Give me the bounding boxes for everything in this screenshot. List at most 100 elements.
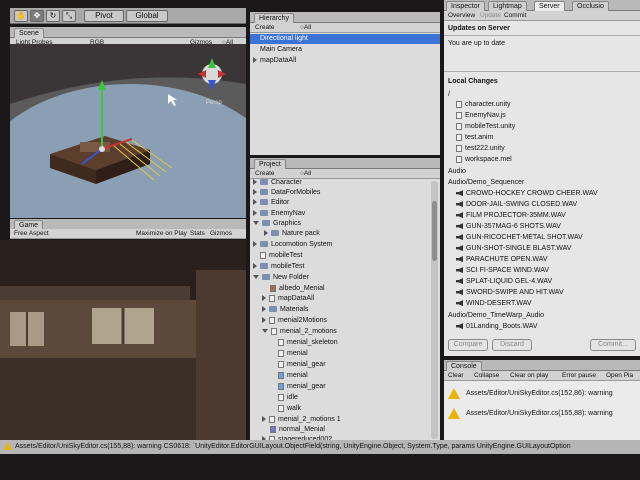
project-search-field[interactable]: ○All (300, 169, 311, 179)
tab-scene[interactable]: Scene (14, 28, 44, 38)
stats-toggle[interactable]: Stats (190, 229, 205, 239)
project-item[interactable]: albedo_Menial (270, 284, 325, 294)
change-file[interactable]: WIND-DESERT.WAV (456, 299, 532, 309)
project-item[interactable]: Materials (262, 305, 308, 315)
scale-tool-button[interactable]: ⤡ (62, 10, 76, 22)
project-item[interactable]: mapDataAll (262, 294, 314, 304)
change-file[interactable]: 01Landing_Boots.WAV (456, 322, 538, 332)
subtab-commit[interactable]: Commit (504, 11, 526, 21)
tab-hierarchy-label: Hierarchy (259, 15, 289, 22)
project-item[interactable]: Locomotion System (253, 240, 332, 250)
move-tool-button[interactable]: ✥ (30, 10, 44, 22)
console-clear-on-play-toggle[interactable]: Clear on play (510, 371, 548, 381)
commit-button[interactable]: Commit... (590, 339, 636, 351)
tab-lightmap[interactable]: Lightmap (488, 1, 527, 11)
hierarchy-panel: Directional light Main Camera mapDataAll (250, 33, 440, 155)
tab-scene-label: Scene (19, 30, 39, 37)
console-message[interactable]: Assets/Editor/UniSkyEditor.cs(155,88): w… (448, 407, 613, 421)
status-bar[interactable]: Assets/Editor/UniSkyEditor.cs(155,88): w… (0, 440, 640, 454)
tab-occlusion[interactable]: Occlusio (572, 1, 609, 11)
project-item[interactable]: New Folder (253, 273, 309, 283)
change-file[interactable]: mobileTest.unity (456, 122, 515, 132)
project-item[interactable]: menial_gear (278, 382, 326, 392)
project-item-label: menial_2_motions 1 (278, 416, 341, 423)
tab-hierarchy[interactable]: Hierarchy (254, 13, 294, 23)
server-panel: Updates on Server You are up to date Loc… (444, 21, 640, 356)
change-file[interactable]: DOOR-JAIL-SWING CLOSED.WAV (456, 200, 577, 210)
subtab-overview[interactable]: Overview (448, 11, 475, 21)
change-file[interactable]: SCI FI-SPACE WIND.WAV (456, 266, 549, 276)
project-item[interactable]: Editor (253, 198, 289, 208)
hierarchy-create-dropdown[interactable]: Create (255, 23, 275, 33)
project-item[interactable]: DataForMobiles (253, 188, 320, 198)
change-file-label: workspace.mel (465, 156, 512, 163)
game-gizmos-toggle[interactable]: Gizmos (210, 229, 232, 239)
audio-icon (456, 300, 463, 307)
change-file[interactable]: GUN-RICOCHET-METAL SHOT.WAV (456, 233, 583, 243)
project-item[interactable]: menial_2_motions 1 (262, 415, 341, 425)
subtab-update[interactable]: Update (480, 11, 501, 21)
change-file[interactable]: GUN-357MAG-6 SHOTS.WAV (456, 222, 561, 232)
project-scrollbar[interactable] (431, 181, 438, 439)
project-item[interactable]: menial_2_motions (262, 327, 337, 337)
project-item[interactable]: mobileTest (260, 251, 302, 261)
hierarchy-search-field[interactable]: ○All (300, 23, 311, 33)
console-collapse-button[interactable]: Collapse (474, 371, 499, 381)
pivot-toggle[interactable]: Pivot (84, 10, 124, 22)
change-file[interactable]: CROWD-HOCKEY CROWD CHEER.WAV (456, 189, 598, 199)
hierarchy-item[interactable]: Main Camera (260, 45, 302, 55)
project-create-dropdown[interactable]: Create (255, 169, 275, 179)
change-file[interactable]: test.anim (456, 133, 493, 143)
folder-icon (269, 306, 277, 313)
change-file[interactable]: SPLAT-LIQUID GEL-4.WAV (456, 277, 552, 287)
tab-inspector[interactable]: Inspector (446, 1, 485, 11)
project-item[interactable]: Nature pack (264, 229, 320, 239)
console-message[interactable]: Assets/Editor/UniSkyEditor.cs(152,86): w… (448, 387, 613, 401)
change-file[interactable]: PARACHUTE OPEN.WAV (456, 255, 548, 265)
hand-tool-button[interactable]: ✋ (14, 10, 28, 22)
rotate-tool-button[interactable]: ↻ (46, 10, 60, 22)
discard-button[interactable]: Discard (492, 339, 532, 351)
project-scrollbar-thumb[interactable] (432, 201, 437, 261)
project-item[interactable]: menial (278, 371, 308, 381)
project-item[interactable]: mobileTest (253, 262, 304, 272)
project-item[interactable]: Graphics (253, 219, 301, 229)
hierarchy-item[interactable]: Directional light (250, 34, 440, 44)
up-to-date-text: You are up to date (448, 40, 505, 47)
file-icon (456, 122, 462, 130)
change-file[interactable]: character.unity (456, 100, 511, 110)
game-view[interactable] (0, 240, 246, 440)
project-item[interactable]: Character (253, 179, 302, 188)
compare-button[interactable]: Compare (448, 339, 488, 351)
maximize-on-play-toggle[interactable]: Maximize on Play (136, 229, 187, 239)
file-icon (456, 144, 462, 152)
hierarchy-item[interactable]: mapDataAll (253, 56, 296, 66)
console-open-player-log-button[interactable]: Open Pla (606, 371, 633, 381)
change-file[interactable]: workspace.mel (456, 155, 512, 165)
tab-project[interactable]: Project (254, 159, 286, 169)
change-file[interactable]: FILM PROJECTOR-35MM.WAV (456, 211, 566, 221)
project-item[interactable]: idle (278, 393, 298, 403)
hierarchy-item-label: Main Camera (260, 46, 303, 53)
change-file-label: FILM PROJECTOR-35MM.WAV (466, 212, 566, 219)
scene-view[interactable]: Persp (10, 44, 246, 218)
change-file[interactable]: SWORD-SWIPE AND HIT.WAV (456, 288, 564, 298)
change-file[interactable]: test222.unity (456, 144, 505, 154)
project-item[interactable]: menial2Motions (262, 316, 327, 326)
project-item[interactable]: menial_skeleton (278, 338, 338, 348)
console-clear-button[interactable]: Clear (448, 371, 464, 381)
global-toggle[interactable]: Global (126, 10, 168, 22)
tab-server[interactable]: Server (534, 1, 565, 11)
change-root: / (448, 91, 450, 98)
project-item[interactable]: menial (278, 349, 308, 359)
console-error-pause-toggle[interactable]: Error pause (562, 371, 596, 381)
aspect-dropdown[interactable]: Free Aspect (14, 229, 49, 239)
project-item[interactable]: walk (278, 404, 301, 414)
project-item[interactable]: menial_gear (278, 360, 326, 370)
change-file[interactable]: EnemyNav.js (456, 111, 506, 121)
project-item[interactable]: EnemyNav (253, 209, 305, 219)
change-file[interactable]: GUN-SHOT-SINGLE BLAST.WAV (456, 244, 571, 254)
project-item[interactable]: normal_Menial (270, 425, 325, 435)
tab-console[interactable]: Console (446, 361, 482, 371)
expand-arrow-icon[interactable] (253, 57, 257, 64)
